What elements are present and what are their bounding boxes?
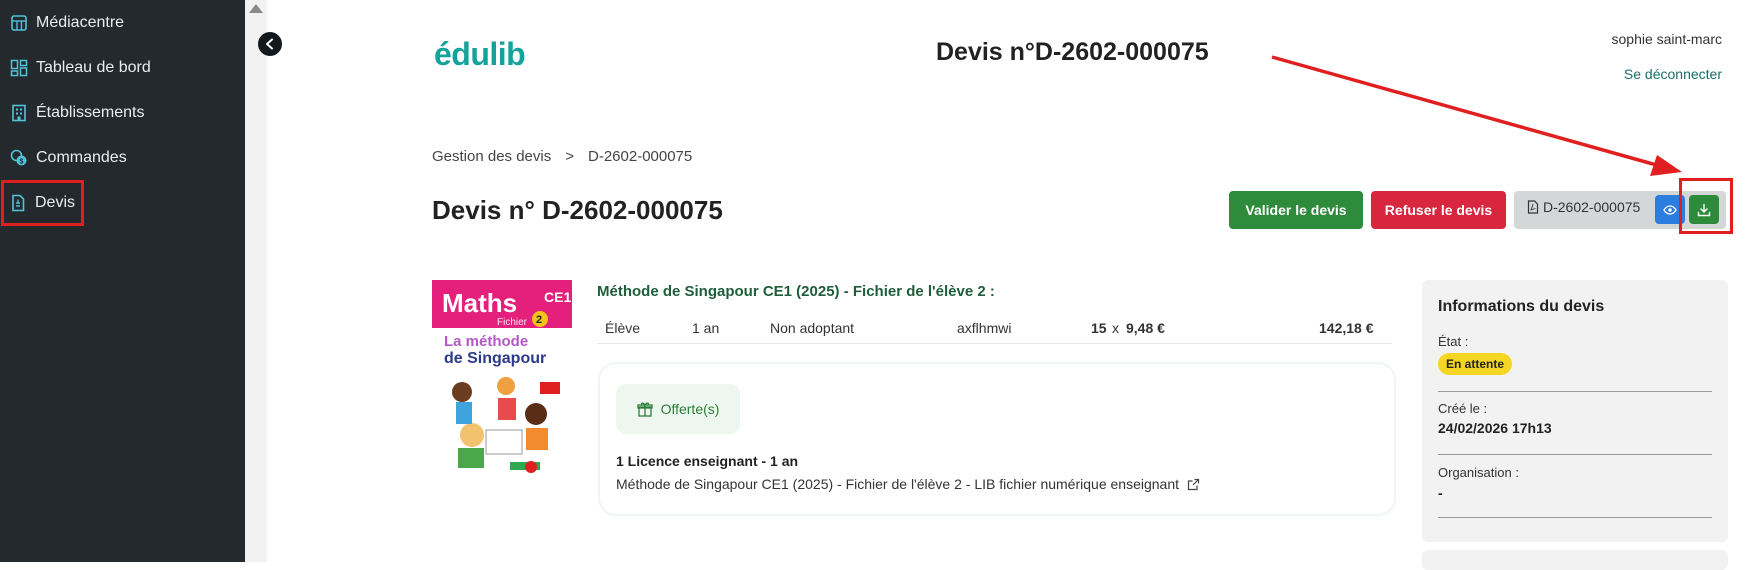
divider	[1438, 517, 1712, 518]
divider	[1438, 391, 1712, 392]
scrollbar-track[interactable]	[245, 0, 267, 562]
divider	[1438, 454, 1712, 455]
calculator-icon	[11, 15, 27, 31]
pdf-file-name: D-2602-000075	[1543, 199, 1641, 215]
cover-maths: Maths	[442, 288, 517, 318]
info-title: Informations du devis	[1438, 298, 1605, 315]
row-total: 142,18 €	[1319, 320, 1374, 336]
row-type: Élève	[605, 320, 641, 336]
cover-number: 2	[536, 314, 542, 326]
sidebar-item-label: Commandes	[36, 149, 127, 166]
cover-fichier: Fichier	[497, 317, 528, 328]
breadcrumb-separator: >	[565, 148, 574, 165]
dashboard-icon	[10, 59, 28, 77]
state-label: État :	[1438, 334, 1469, 349]
offer-product-link[interactable]: Méthode de Singapour CE1 (2025) - Fichie…	[616, 476, 1200, 492]
sidebar-item-label: Médiacentre	[36, 14, 125, 31]
breadcrumb-current: D-2602-000075	[588, 148, 693, 165]
organisation-value: -	[1438, 485, 1443, 501]
row-quantity: 15	[1091, 320, 1107, 336]
document-icon	[12, 194, 25, 212]
product-cover-image[interactable]: Maths CE1 Fichier 2 La méthode de Singap…	[432, 280, 572, 479]
row-duration: 1 an	[692, 320, 720, 336]
refuse-quote-button[interactable]: Refuser le devis	[1371, 191, 1506, 229]
breadcrumb-parent[interactable]: Gestion des devis	[432, 148, 551, 165]
cover-line2: de Singapour	[444, 350, 546, 367]
pdf-file-icon	[1527, 200, 1539, 214]
pdf-file-label: D-2602-000075	[1527, 199, 1640, 215]
sidebar-item-label: Devis	[35, 194, 76, 211]
offer-chip-label: Offerte(s)	[660, 401, 720, 417]
chevron-left-icon	[266, 38, 273, 50]
coins-icon: $	[10, 149, 27, 166]
status-badge: En attente	[1438, 353, 1513, 375]
gift-icon	[636, 402, 653, 417]
product-title[interactable]: Méthode de Singapour CE1 (2025) - Fichie…	[597, 283, 995, 300]
breadcrumb: Gestion des devis > D-2602-000075	[432, 148, 692, 165]
edulib-logo[interactable]: édulib	[434, 36, 526, 73]
offer-product-name[interactable]: Méthode de Singapour CE1 (2025) - Fichie…	[616, 476, 1179, 492]
header-title: Devis n°D-2602-000075	[936, 38, 1209, 66]
offer-chip: Offerte(s)	[616, 384, 740, 434]
external-link-icon[interactable]	[1187, 478, 1200, 491]
validate-quote-button[interactable]: Valider le devis	[1229, 191, 1363, 229]
sidebar-item-tableau-de-bord[interactable]: Tableau de bord	[10, 51, 151, 85]
created-label: Créé le :	[1438, 401, 1488, 416]
annotation-highlight-box	[1679, 178, 1733, 234]
cover-line1: La méthode	[444, 333, 528, 350]
sidebar-item-commandes[interactable]: $ Commandes	[10, 141, 127, 175]
scroll-up-arrow-icon[interactable]	[249, 4, 263, 13]
sidebar-item-devis[interactable]: Devis	[0, 180, 85, 226]
page-title: Devis n° D-2602-000075	[432, 195, 723, 225]
sidebar-item-label: Tableau de bord	[36, 59, 151, 76]
sidebar-item-label: Établissements	[36, 104, 145, 121]
eye-icon	[1663, 204, 1677, 215]
secondary-panel	[1422, 550, 1728, 570]
user-name: sophie saint-marc	[1611, 31, 1723, 47]
collapse-sidebar-button[interactable]	[258, 32, 282, 56]
cover-grade: CE1	[544, 289, 571, 305]
logout-link[interactable]: Se déconnecter	[1624, 66, 1722, 82]
created-value: 24/02/2026 17h13	[1438, 420, 1552, 436]
row-adoption: Non adoptant	[770, 320, 855, 336]
organisation-label: Organisation :	[1438, 465, 1519, 480]
offer-license: 1 Licence enseignant - 1 an	[616, 453, 799, 469]
svg-text:$: $	[20, 159, 24, 166]
sidebar: Médiacentre Tableau de bord Établissemen…	[0, 0, 245, 562]
sidebar-item-etablissements[interactable]: Établissements	[10, 96, 145, 130]
book-cover-illustration: Maths CE1 Fichier 2 La méthode de Singap…	[432, 280, 572, 479]
row-times: x	[1112, 320, 1119, 336]
product-line-row: Élève 1 an Non adoptant axflhmwi 15 x 9,…	[597, 318, 1392, 344]
building-icon	[12, 104, 26, 122]
row-code: axflhmwi	[957, 320, 1012, 336]
row-unit-price: 9,48 €	[1126, 320, 1165, 336]
sidebar-item-mediacentre[interactable]: Médiacentre	[10, 6, 124, 40]
